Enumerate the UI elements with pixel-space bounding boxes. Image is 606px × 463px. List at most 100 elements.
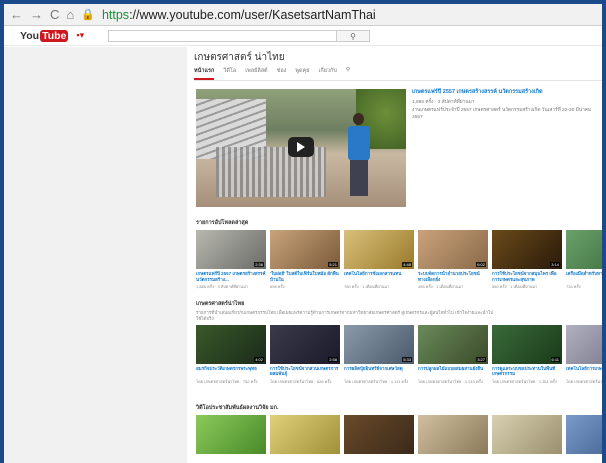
- video-card[interactable]: 5:21 'ใบฝอยี่' ใบสต์ใบเฟิร์นใบหม้อ ผักพื…: [270, 230, 340, 290]
- video-shelf: รายการอัปโหลดล่าสุด 2:36 เกษตรแฟร์ปี 255…: [196, 219, 602, 290]
- video-shelf: วิดีโอประชาสัมพันธ์ผลงานวิจัย มก.: [196, 404, 602, 463]
- video-thumbnail[interactable]: 5:21: [270, 230, 340, 269]
- video-duration: 5:21: [328, 262, 338, 267]
- video-card[interactable]: [566, 415, 602, 463]
- video-duration: 2:58: [328, 356, 338, 362]
- video-duration: 4:48: [402, 262, 412, 267]
- video-title[interactable]: [566, 456, 602, 463]
- channel-tabs: หน้าแรก วิดีโอ เพลย์ลิสต์ ช่อง พูดคุย เก…: [194, 67, 350, 80]
- tab-playlists[interactable]: เพลย์ลิสต์: [245, 67, 267, 80]
- video-duration: 6:02: [476, 262, 486, 267]
- video-meta: 734 ครั้ง: [566, 284, 581, 289]
- video-meta: โดย เกษตรศาสตร์น่าไทย · 826 ครั้ง: [270, 378, 332, 384]
- video-title[interactable]: [418, 456, 488, 463]
- featured-description: งานเกษตรแฟร์ประจำปี 2557 เกษตรศาสตร์ นวั…: [412, 108, 592, 120]
- video-title[interactable]: เทคโนโลยีการเกษตร: [566, 366, 602, 377]
- video-thumbnail[interactable]: [566, 415, 602, 454]
- url-scheme: https: [101, 7, 130, 22]
- video-card[interactable]: 4:02 สมรกิจประวัติเกษตรกรพระพุทธ โดย เกษ…: [196, 324, 266, 385]
- video-meta: 1,885 ครั้ง · 3 สัปดาห์ที่ผ่านมา: [196, 284, 249, 289]
- video-duration: 5:33: [402, 356, 412, 362]
- video-title[interactable]: เกษตรแฟร์ปี 2557 เกษตรสร้างสรรค์ นวัตกรร…: [196, 271, 266, 282]
- video-thumbnail[interactable]: 6:11: [492, 324, 562, 364]
- video-card[interactable]: 3:27 การปลูกผลไม้แบบผสมผสานยั่งยืน โดย เ…: [418, 324, 488, 385]
- video-thumbnail[interactable]: [270, 415, 340, 454]
- video-card[interactable]: [418, 415, 488, 463]
- video-card[interactable]: 4:48 เทคโนโลยีการชั่งเอกสารแทน 780 ครั้ง…: [344, 230, 414, 290]
- shelf-title[interactable]: เกษตรศาสตร์น่าไทย: [196, 300, 602, 308]
- guide-menu-icon[interactable]: ▪▾: [76, 30, 84, 41]
- video-title[interactable]: 'ใบฝอยี่' ใบสต์ใบเฟิร์นใบหม้อ ผักพื้นบ้า…: [270, 271, 340, 282]
- search-input[interactable]: [108, 30, 364, 42]
- video-thumbnail[interactable]: 3:14: [492, 230, 562, 269]
- video-thumbnail[interactable]: [418, 415, 488, 454]
- play-icon[interactable]: [288, 137, 314, 157]
- forward-icon[interactable]: →: [30, 7, 43, 22]
- lock-icon: 🔒: [81, 9, 95, 21]
- video-card[interactable]: 3:14 การใช้ประโยชน์จากสมุนไพร เพื่อการเก…: [492, 230, 562, 290]
- address-bar[interactable]: https://www.youtube.com/user/KasetsartNa…: [102, 8, 376, 22]
- video-title[interactable]: การดูแลระบบชลประทานในพื้นที่เกษตรกรรม: [492, 366, 562, 377]
- video-card[interactable]: 2:58 การใช้ประโยชน์จากสวนเกษตรการผสมพันธ…: [270, 324, 340, 385]
- video-duration: 3:14: [550, 262, 560, 267]
- video-thumbnail[interactable]: 2:36: [196, 230, 266, 269]
- back-icon[interactable]: ←: [10, 7, 23, 22]
- video-thumbnail[interactable]: [492, 415, 562, 454]
- video-card[interactable]: 6:11 การดูแลระบบชลประทานในพื้นที่เกษตรกร…: [492, 324, 562, 385]
- video-card[interactable]: 5:33 การผลิตปุ๋ยอินทรีย์จากเศษวัสดุ โดย …: [344, 324, 414, 385]
- tab-videos[interactable]: วิดีโอ: [223, 67, 236, 80]
- video-card[interactable]: [270, 415, 340, 463]
- tab-search-icon[interactable]: ⚲: [346, 67, 350, 80]
- video-duration: 3:27: [476, 356, 486, 362]
- search-icon: ⚲: [350, 31, 356, 41]
- video-card[interactable]: 3:49 เครื่องมือสำหรับหาปูเนื้อ กรีน 734 …: [566, 230, 602, 290]
- video-card[interactable]: [492, 415, 562, 463]
- tab-about[interactable]: เกี่ยวกับ: [318, 67, 336, 80]
- video-thumbnail[interactable]: 6:02: [418, 230, 488, 269]
- video-title[interactable]: สมรกิจประวัติเกษตรกรพระพุทธ: [196, 366, 266, 377]
- video-thumbnail[interactable]: 4:02: [196, 324, 266, 364]
- reload-icon[interactable]: C: [50, 7, 59, 22]
- video-thumbnail[interactable]: 4:48: [344, 230, 414, 269]
- shelf-title[interactable]: วิดีโอประชาสัมพันธ์ผลงานวิจัย มก.: [196, 404, 602, 412]
- home-icon[interactable]: ⌂: [66, 7, 74, 22]
- video-thumbnail[interactable]: 5:33: [344, 324, 414, 364]
- featured-title[interactable]: เกษตรแฟร์ปี 2557 เกษตรสร้างสรรค์ นวัตกรร…: [412, 89, 602, 96]
- video-title[interactable]: การใช้ประโยชน์จากสวนเกษตรการผสมพันธุ์: [270, 366, 340, 377]
- video-title[interactable]: ระบบจัดการน้ำอำนวยประโยชน์ ทางเลือกยั่ง: [418, 271, 488, 282]
- video-title[interactable]: การปลูกผลไม้แบบผสมผสานยั่งยืน: [418, 366, 488, 377]
- video-meta: โดย เกษตรศาสตร์น่าไทย · 1,351 ครั้ง: [492, 378, 557, 384]
- video-thumbnail[interactable]: 4:45: [566, 324, 602, 364]
- video-card[interactable]: 2:36 เกษตรแฟร์ปี 2557 เกษตรสร้างสรรค์ นว…: [196, 230, 266, 290]
- video-card[interactable]: 4:45 เทคโนโลยีการเกษตร โดย เกษตรศาสตร์น่…: [566, 324, 602, 385]
- video-title[interactable]: เครื่องมือสำหรับหาปูเนื้อ กรีน: [566, 271, 602, 282]
- tab-home[interactable]: หน้าแรก: [194, 67, 215, 80]
- featured-video-player[interactable]: [196, 89, 406, 207]
- shelf-row: 2:36 เกษตรแฟร์ปี 2557 เกษตรสร้างสรรค์ นว…: [196, 230, 602, 290]
- tab-discussion[interactable]: พูดคุย: [295, 67, 309, 80]
- video-duration: 2:36: [254, 262, 264, 267]
- video-title[interactable]: การใช้ประโยชน์จากสมุนไพร เพื่อการเกษตรแล…: [492, 271, 562, 282]
- video-title[interactable]: [196, 456, 266, 463]
- video-meta: โดย เกษตรศาสตร์น่าไทย · 752 ครั้ง: [196, 378, 258, 384]
- video-card[interactable]: [196, 415, 266, 463]
- video-title[interactable]: การผลิตปุ๋ยอินทรีย์จากเศษวัสดุ: [344, 366, 414, 377]
- video-thumbnail[interactable]: 2:58: [270, 324, 340, 364]
- video-thumbnail[interactable]: 3:49: [566, 230, 602, 269]
- video-title[interactable]: [270, 456, 340, 463]
- video-title[interactable]: เทคโนโลยีการชั่งเอกสารแทน: [344, 271, 414, 282]
- video-thumbnail[interactable]: [196, 415, 266, 454]
- video-card[interactable]: 6:02 ระบบจัดการน้ำอำนวยประโยชน์ ทางเลือก…: [418, 230, 488, 290]
- video-thumbnail[interactable]: [344, 415, 414, 454]
- video-title[interactable]: [344, 456, 414, 463]
- video-thumbnail[interactable]: 3:27: [418, 324, 488, 364]
- video-card[interactable]: [344, 415, 414, 463]
- video-meta: โดย เกษตรศาสตร์น่าไทย · 1,075 ครั้ง: [566, 378, 602, 384]
- video-meta: 560 ครั้ง · 1 เดือนที่ผ่านมา: [492, 284, 538, 289]
- youtube-logo[interactable]: You Tube: [20, 29, 69, 42]
- shelf-title[interactable]: รายการอัปโหลดล่าสุด: [196, 219, 602, 227]
- search-button[interactable]: ⚲: [336, 30, 370, 42]
- tab-channels[interactable]: ช่อง: [277, 67, 287, 80]
- video-shelf: เกษตรศาสตร์น่าไทย รายการที่นำเสนอเกี่ยวกั…: [196, 300, 602, 385]
- video-title[interactable]: [492, 456, 562, 463]
